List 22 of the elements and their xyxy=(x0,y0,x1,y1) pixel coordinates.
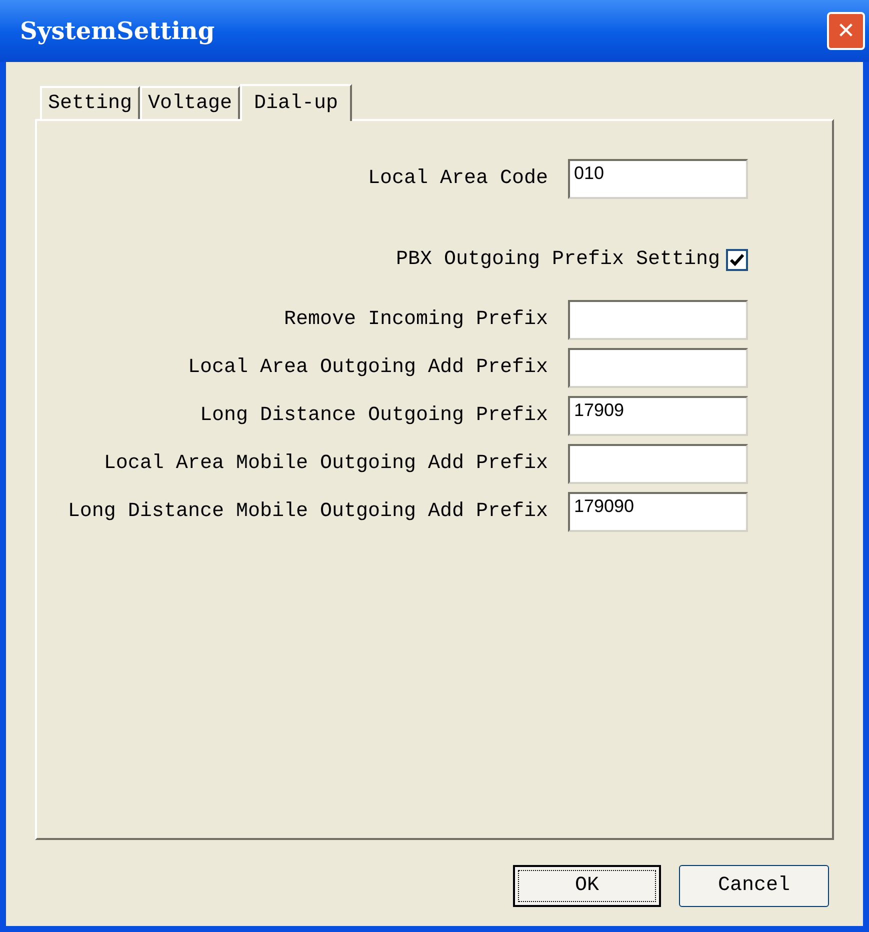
field-label: Long Distance Mobile Outgoing Add Prefix xyxy=(68,499,548,525)
input-field[interactable]: 179090 xyxy=(568,492,748,532)
check-icon xyxy=(730,253,744,267)
field-label: Local Area Outgoing Add Prefix xyxy=(188,355,548,381)
input-field[interactable] xyxy=(568,444,748,484)
checkbox[interactable] xyxy=(726,249,748,271)
dialog-button[interactable]: Cancel xyxy=(679,865,829,907)
tab[interactable]: Setting xyxy=(40,86,140,119)
window-title: SystemSetting xyxy=(20,15,215,47)
tab[interactable]: Voltage xyxy=(140,86,240,119)
input-field[interactable]: 17909 xyxy=(568,396,748,436)
tab[interactable]: Dial-up xyxy=(240,84,352,121)
input-field[interactable] xyxy=(568,300,748,340)
field-label: Remove Incoming Prefix xyxy=(284,307,548,333)
input-field[interactable] xyxy=(568,348,748,388)
field-label: Local Area Code xyxy=(368,166,548,192)
close-button[interactable]: ✕ xyxy=(827,12,865,50)
input-field[interactable]: 010 xyxy=(568,159,748,199)
checkbox-label: PBX Outgoing Prefix Setting xyxy=(396,247,720,273)
field-label: Local Area Mobile Outgoing Add Prefix xyxy=(104,451,548,477)
dialog-button[interactable]: OK xyxy=(513,865,661,907)
field-label: Long Distance Outgoing Prefix xyxy=(200,403,548,429)
